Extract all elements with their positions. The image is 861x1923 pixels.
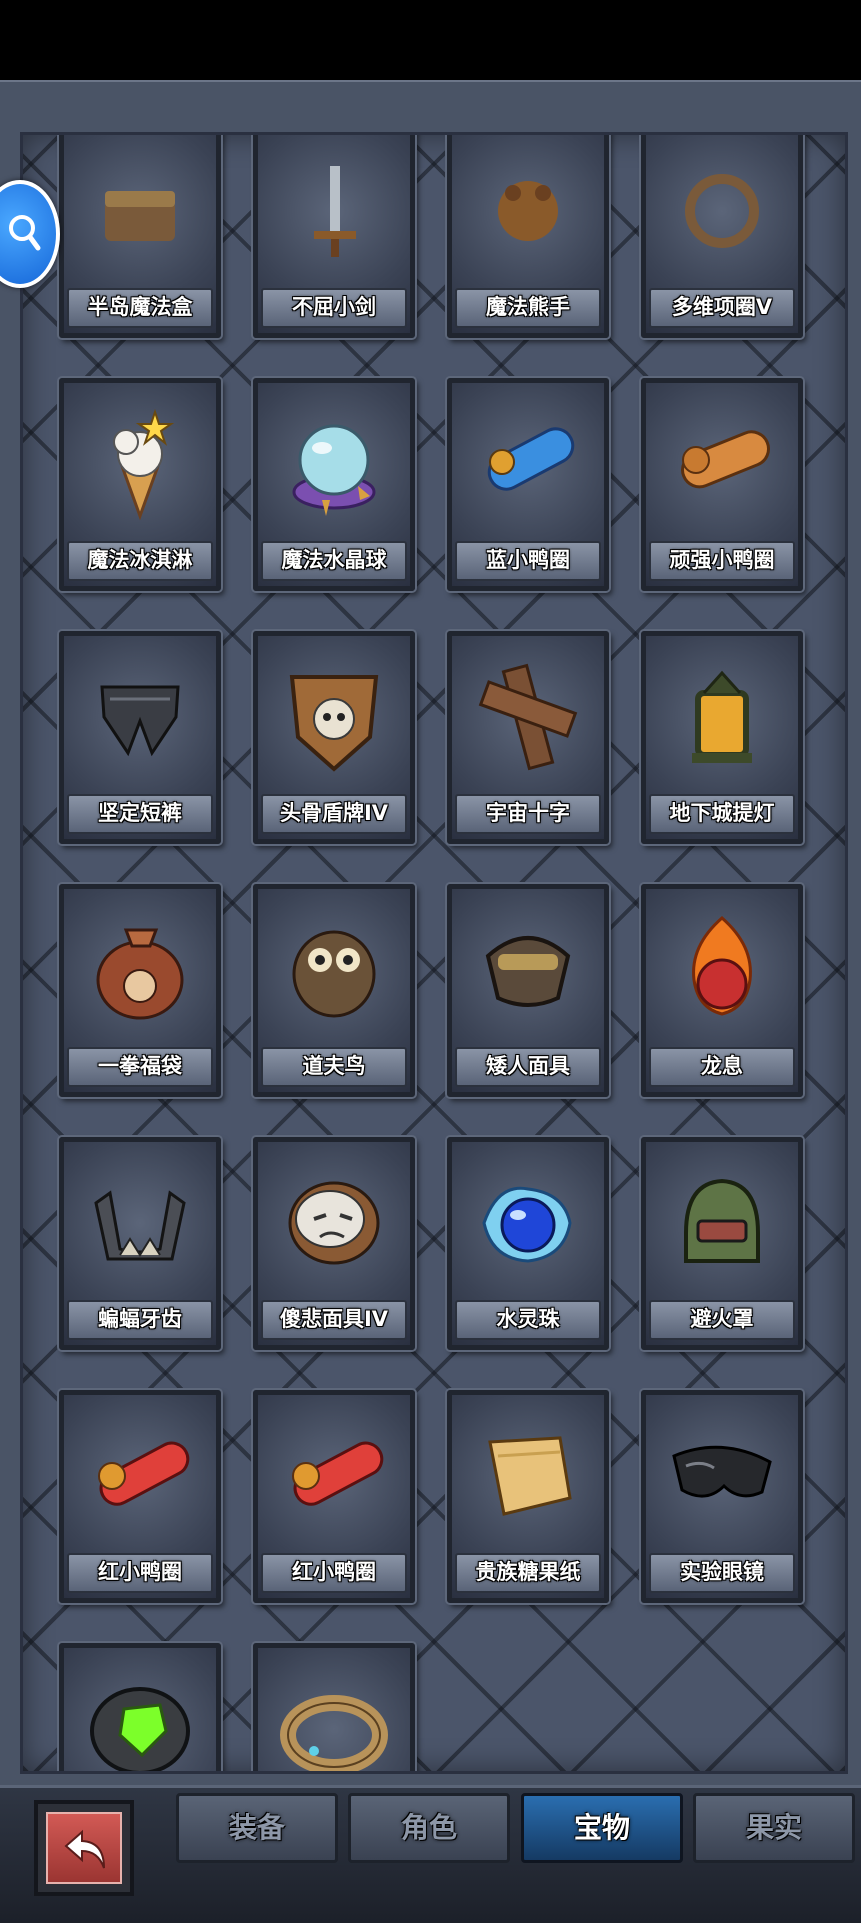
treasure-card[interactable]: 不屈小剑	[253, 135, 415, 338]
treasure-card[interactable]: 一拳福袋	[59, 884, 221, 1097]
treasure-card[interactable]: 实验眼镜	[641, 1390, 803, 1603]
ice-cream-icon	[64, 383, 216, 545]
fist-bag-icon	[64, 889, 216, 1051]
red-duck-ring-icon	[258, 1395, 410, 1557]
treasure-card[interactable]: 半岛魔法盒	[59, 135, 221, 338]
treasure-label: 一拳福袋	[67, 1047, 213, 1087]
treasure-card[interactable]: 多维项圈V	[641, 135, 803, 338]
treasure-label: 多维项圈V	[649, 288, 795, 328]
back-arrow-icon	[64, 1829, 105, 1869]
tab-treasures[interactable]: 宝物	[521, 1793, 683, 1863]
treasure-card[interactable]: 红小鸭圈	[59, 1390, 221, 1603]
magic-box-icon	[64, 135, 216, 292]
treasure-card[interactable]: 头骨盾牌IV	[253, 631, 415, 844]
treasure-card[interactable]: 道夫鸟	[253, 884, 415, 1097]
sword-icon	[258, 135, 410, 292]
treasure-label: 蝙蝠牙齿	[67, 1300, 213, 1340]
treasure-card[interactable]: 魔法水晶球	[253, 378, 415, 591]
treasure-label: 贵族糖果纸	[455, 1553, 601, 1593]
status-bar	[0, 0, 861, 80]
owl-icon	[258, 889, 410, 1051]
treasure-card[interactable]: 龙息	[641, 884, 803, 1097]
treasure-card[interactable]: 护盾符石	[59, 1643, 221, 1771]
dragon-breath-icon	[646, 889, 798, 1051]
treasure-label: 避火罩	[649, 1300, 795, 1340]
water-orb-icon	[452, 1142, 604, 1304]
treasure-label: 矮人面具	[455, 1047, 601, 1087]
crystal-ball-icon	[258, 383, 410, 545]
treasure-label: 头骨盾牌IV	[261, 794, 407, 834]
cross-icon	[452, 636, 604, 798]
treasure-label: 红小鸭圈	[261, 1553, 407, 1593]
fire-helmet-icon	[646, 1142, 798, 1304]
treasure-label: 不屈小剑	[261, 288, 407, 328]
shorts-icon	[64, 636, 216, 798]
treasure-card[interactable]: 红小鸭圈	[253, 1390, 415, 1603]
treasure-label: 坚定短裤	[67, 794, 213, 834]
treasure-card[interactable]: 蝙蝠牙齿	[59, 1137, 221, 1350]
bat-teeth-icon	[64, 1142, 216, 1304]
tab-fruits[interactable]: 果实	[693, 1793, 855, 1863]
treasure-card[interactable]: 贵族糖果纸	[447, 1390, 609, 1603]
treasure-card[interactable]: 顽强小鸭圈	[641, 378, 803, 591]
treasure-label: 魔法水晶球	[261, 541, 407, 581]
treasure-label: 地下城提灯	[649, 794, 795, 834]
skull-shield-icon	[258, 636, 410, 798]
treasure-label: 实验眼镜	[649, 1553, 795, 1593]
sad-mask-icon	[258, 1142, 410, 1304]
treasure-card[interactable]: 蓝小鸭圈	[447, 378, 609, 591]
goggles-icon	[646, 1395, 798, 1557]
collar-icon	[646, 135, 798, 292]
ring-icon	[258, 1648, 410, 1771]
treasure-card[interactable]: 魔法熊手	[447, 135, 609, 338]
treasure-label: 宇宙十字	[455, 794, 601, 834]
treasure-label: 龙息	[649, 1047, 795, 1087]
red-duck-ring-icon	[64, 1395, 216, 1557]
bear-hand-icon	[452, 135, 604, 292]
treasure-card[interactable]: 魔法冰淇淋	[59, 378, 221, 591]
treasure-grid: 半岛魔法盒 不屈小剑 魔法熊手 多维项圈V 魔法冰淇淋 魔法水晶球 蓝小鸭圈 顽强小鸭圈坚定短…	[20, 132, 848, 1774]
lantern-icon	[646, 636, 798, 798]
treasure-card[interactable]: 水灵珠	[447, 1137, 609, 1350]
back-button[interactable]	[34, 1800, 134, 1896]
dwarf-mask-icon	[452, 889, 604, 1051]
treasure-label: 红小鸭圈	[67, 1553, 213, 1593]
treasure-label: 蓝小鸭圈	[455, 541, 601, 581]
candy-paper-icon	[452, 1395, 604, 1557]
treasure-label: 水灵珠	[455, 1300, 601, 1340]
treasure-card[interactable]: 避火罩	[641, 1137, 803, 1350]
treasure-card[interactable]: 宇宙十字	[447, 631, 609, 844]
treasure-label: 魔法冰淇淋	[67, 541, 213, 581]
blue-duck-ring-icon	[452, 383, 604, 545]
treasure-label: 顽强小鸭圈	[649, 541, 795, 581]
tab-equipment[interactable]: 装备	[176, 1793, 338, 1863]
treasure-card[interactable]: 坚定短裤	[59, 631, 221, 844]
treasure-label: 半岛魔法盒	[67, 288, 213, 328]
tab-characters[interactable]: 角色	[348, 1793, 510, 1863]
treasure-card[interactable]: 地下城提灯	[641, 631, 803, 844]
treasure-label: 道夫鸟	[261, 1047, 407, 1087]
treasure-label: 傻悲面具IV	[261, 1300, 407, 1340]
rune-stone-icon	[64, 1648, 216, 1771]
treasure-card[interactable]: 远古戒指	[253, 1643, 415, 1771]
orange-duck-ring-icon	[646, 383, 798, 545]
search-icon	[9, 215, 41, 251]
treasure-label: 魔法熊手	[455, 288, 601, 328]
treasure-card[interactable]: 矮人面具	[447, 884, 609, 1097]
treasure-card[interactable]: 傻悲面具IV	[253, 1137, 415, 1350]
